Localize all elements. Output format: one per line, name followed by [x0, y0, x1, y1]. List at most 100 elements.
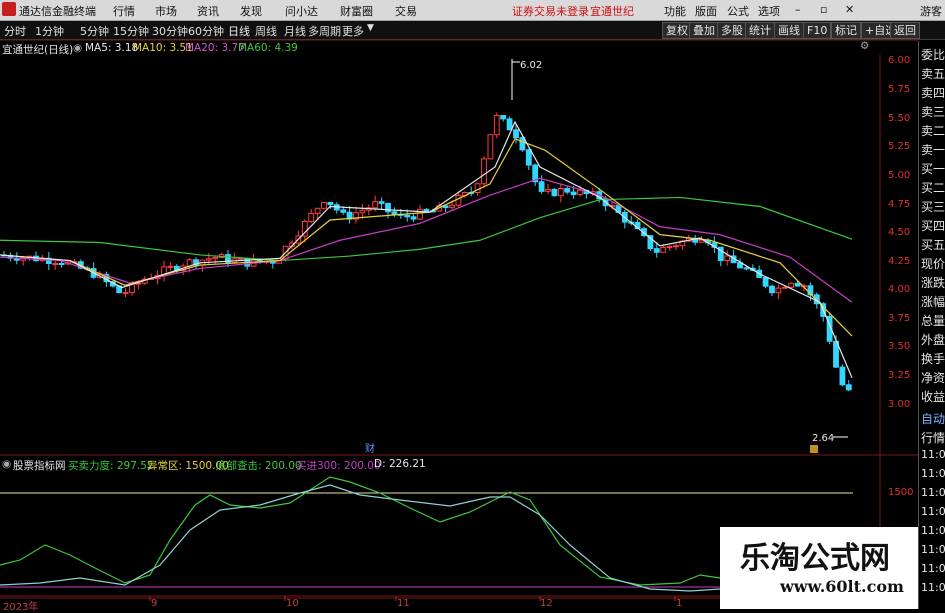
candle-body — [321, 202, 327, 209]
low-price-label: 2.64 — [812, 433, 834, 444]
tick-time: 11:08 — [921, 562, 945, 575]
indicator-buy-value: 买进300: 200.00 — [296, 460, 381, 472]
sidebar-item: 总量 — [921, 314, 945, 328]
date-label: 12 — [540, 598, 553, 609]
indicator-d-value: D: 226.21 — [374, 458, 426, 470]
candle-body — [52, 263, 59, 266]
candle-body — [314, 207, 321, 214]
candle-body — [385, 202, 391, 213]
candle-body — [481, 158, 487, 185]
date-label: 11 — [397, 598, 410, 609]
candle-body — [58, 263, 65, 266]
sidebar-item: 买一 — [921, 162, 945, 176]
sidebar-item: 买四 — [921, 219, 945, 233]
candle-body — [724, 255, 731, 262]
candle-body — [378, 201, 385, 204]
event-icon[interactable] — [810, 445, 818, 453]
finance-event-marker[interactable]: 财 — [365, 442, 375, 455]
candle-body — [653, 248, 660, 253]
tick-time: 11:08 — [921, 581, 945, 594]
date-label: 2023年 — [3, 602, 39, 613]
watermark-title: 乐淘公式网 — [740, 541, 890, 576]
watermark: 乐淘公式网 www.60lt.com — [720, 527, 918, 609]
candle-body — [660, 247, 667, 253]
sidebar-item: 净资 — [921, 371, 945, 385]
candle-body — [410, 216, 417, 220]
sidebar-item: 现价 — [921, 257, 945, 271]
candle-body — [666, 246, 673, 249]
sidebar-item: 换手 — [921, 352, 945, 366]
candle-body — [122, 292, 129, 295]
candle-body — [839, 366, 846, 386]
candle-body — [794, 282, 801, 287]
candle-body — [474, 183, 481, 194]
date-label: 10 — [286, 598, 299, 609]
candle-body — [570, 191, 577, 196]
candle-body — [577, 189, 583, 196]
candle-body — [775, 287, 782, 294]
ma5-line — [0, 120, 853, 378]
candle-body — [513, 129, 519, 139]
sidebar-item: 卖一 — [921, 143, 945, 157]
candle-body — [391, 211, 398, 215]
kline-chart[interactable]: 6.02 2.64 财 — [0, 0, 945, 609]
candle-body — [493, 115, 500, 136]
sidebar-item: 涨跌 — [921, 276, 945, 290]
indicator-name: 股票指标网 — [13, 460, 66, 472]
candle-body — [538, 181, 545, 192]
watermark-url: www.60lt.com — [780, 577, 904, 596]
sidebar-item: 卖四 — [921, 86, 945, 100]
candle-body — [506, 118, 513, 131]
tick-time: 11:08 — [921, 448, 945, 461]
tick-time: 11:08 — [921, 524, 945, 537]
sidebar-item: 买五 — [921, 238, 945, 252]
ma60-line — [0, 196, 853, 262]
sidebar-item: 委比 — [921, 48, 945, 62]
sidebar-item: 收益 — [921, 390, 945, 404]
tick-time: 11:08 — [921, 505, 945, 518]
tick-time: 11:08 — [921, 467, 945, 480]
indicator-header: ◉ 股票指标网 买卖力度: 297.52 异常区: 1500.00 底部查击: … — [0, 458, 880, 472]
candle-body — [212, 256, 219, 260]
sidebar-item: 涨幅 — [921, 295, 945, 309]
candle-body — [781, 286, 788, 289]
sidebar-auto[interactable]: 自动 — [921, 410, 945, 427]
candle-body — [551, 188, 558, 197]
sidebar-item: 卖五 — [921, 67, 945, 81]
candle-body — [404, 214, 411, 218]
indicator-power-value: 买卖力度: 297.52 — [68, 460, 154, 472]
candle-body — [417, 208, 423, 220]
candle-body — [308, 212, 315, 222]
indicator-axis-label: 1500 — [888, 487, 914, 498]
ma10-line — [0, 138, 853, 337]
date-label: 9 — [151, 598, 158, 609]
candle-body — [359, 209, 366, 214]
candle-body — [167, 265, 174, 268]
sidebar-item: 买二 — [921, 181, 945, 195]
tick-time: 11:08 — [921, 543, 945, 556]
candle-body — [769, 285, 775, 294]
candle-body — [673, 245, 679, 248]
candle-body — [545, 188, 551, 192]
candle-body — [564, 187, 571, 193]
candle-body — [205, 258, 212, 261]
sidebar-item: 卖二 — [921, 124, 945, 138]
candle-body — [557, 187, 564, 197]
candle-body — [500, 115, 507, 120]
sidebar-quotes[interactable]: 行情 — [921, 429, 945, 446]
indicator-settings-icon[interactable]: ◉ — [2, 458, 11, 470]
quote-sidebar: 委比 卖五 卖四 卖三 卖二 卖一 买一 买二 买三 买四 买五 现价 涨跌 涨… — [918, 41, 945, 609]
sidebar-item: 外盘 — [921, 333, 945, 347]
date-label: 1 — [676, 598, 683, 609]
tick-time: 11:08 — [921, 486, 945, 499]
indicator-bottom-value: 底部查击: 200.00 — [216, 460, 302, 472]
high-price-label: 6.02 — [520, 60, 542, 71]
candle-body — [423, 208, 430, 212]
candle-body — [449, 204, 455, 209]
ma20-line — [0, 177, 853, 303]
sidebar-item: 买三 — [921, 200, 945, 214]
candle-body — [845, 384, 852, 391]
candle-body — [372, 201, 379, 209]
candle-body — [762, 276, 769, 287]
candle-body — [327, 202, 334, 206]
